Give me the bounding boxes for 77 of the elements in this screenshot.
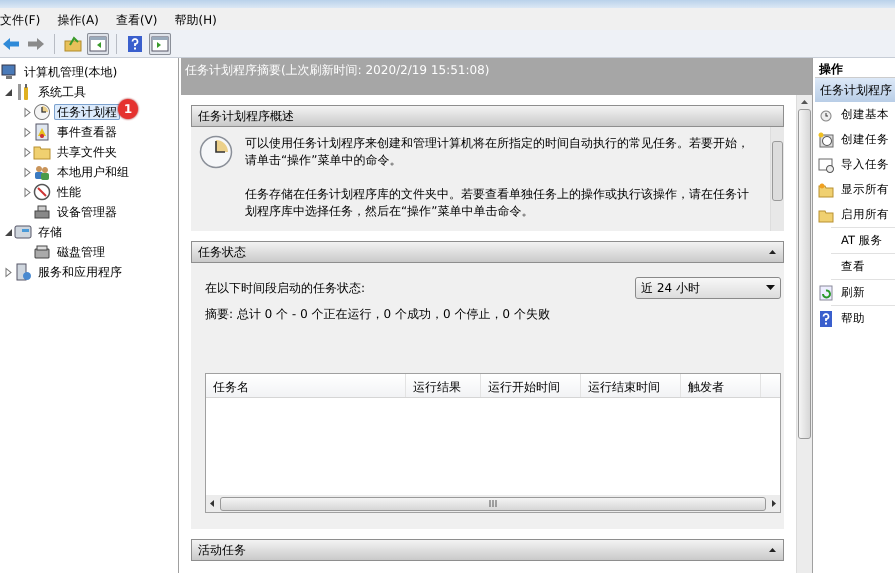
tree-item[interactable]: 计算机管理(本地) — [21, 64, 120, 80]
scroll-right-arrow-icon[interactable] — [772, 500, 776, 507]
action-item[interactable]: 导入任务 — [841, 156, 889, 174]
new-clock-icon — [818, 132, 834, 148]
device-manager-icon — [33, 203, 51, 221]
menu-item[interactable]: 文件(F) — [0, 9, 50, 29]
tree-item[interactable]: 设备管理器 — [54, 204, 120, 220]
tree-item[interactable]: 系统工具 — [35, 84, 89, 100]
action-item[interactable]: 显示所有 — [841, 180, 889, 198]
users-icon — [33, 163, 51, 181]
collapse-icon — [768, 248, 777, 256]
menu-item[interactable]: 查看(V) — [116, 9, 166, 29]
gauge-icon — [33, 183, 51, 201]
summary-title: 任务计划程序摘要(上次刷新时间: 2020/2/19 15:51:08) — [181, 58, 812, 95]
number-badge: 1 — [118, 99, 138, 119]
tree-pane-button[interactable] — [87, 32, 109, 54]
tree-item[interactable]: 服务和应用程序 — [35, 264, 125, 280]
tree-item[interactable]: 磁盘管理 — [54, 244, 108, 260]
collapsed-arrow-icon[interactable] — [22, 126, 33, 138]
action-item[interactable]: 查看 — [841, 258, 865, 276]
folder-icon — [818, 182, 834, 198]
menu-item[interactable]: 帮助(H) — [174, 9, 226, 29]
paragraph: 任务存储在任务计划程序库的文件夹中。若要查看单独任务上的操作或执行该操作，请在任务计划程序库中选择任务，然后在“操作”菜单中单击命令。 — [245, 186, 750, 220]
action-group-header[interactable]: 任务计划程序 — [815, 78, 895, 102]
action-item[interactable]: 创建任务 — [841, 130, 889, 148]
horizontal-scrollbar[interactable] — [206, 495, 780, 512]
calendar-clock-icon — [818, 156, 834, 172]
action-item[interactable]: AT 服务 — [841, 232, 883, 250]
scroll-up-arrow-icon[interactable] — [801, 100, 808, 104]
computer-icon — [0, 63, 18, 81]
collapsed-arrow-icon[interactable] — [22, 146, 33, 158]
period-label: 在以下时间段启动的任务状态: — [205, 280, 366, 297]
scrollbar-thumb[interactable] — [220, 496, 766, 510]
action-item[interactable]: 启用所有 — [841, 206, 889, 224]
tree-item[interactable]: 性能 — [54, 184, 84, 200]
collapsed-arrow-icon[interactable] — [22, 106, 33, 118]
section-title: 任务计划程序概述 — [198, 108, 294, 125]
scroll-left-arrow-icon[interactable] — [210, 500, 214, 507]
services-icon — [14, 263, 32, 281]
action-item[interactable]: 刷新 — [841, 284, 865, 302]
action-item[interactable]: 创建基本 — [841, 106, 889, 124]
scrollbar-thumb[interactable] — [798, 109, 811, 439]
column-header[interactable]: 任务名 — [206, 374, 406, 397]
collapsed-arrow-icon[interactable] — [22, 186, 33, 198]
tree-item[interactable]: 本地用户和组 — [54, 164, 132, 180]
column-header[interactable]: 运行开始时间 — [481, 374, 581, 397]
collapse-icon — [768, 546, 777, 554]
column-header[interactable]: 运行结束时间 — [581, 374, 681, 397]
collapsed-arrow-icon[interactable] — [22, 166, 33, 178]
tree-item[interactable]: 共享文件夹 — [54, 144, 120, 160]
expanded-arrow-icon[interactable] — [3, 86, 14, 98]
column-header[interactable]: 运行结果 — [406, 374, 481, 397]
period-dropdown[interactable]: 近 24 小时 — [635, 277, 781, 299]
section-title: 任务状态 — [198, 244, 246, 261]
dropdown-caret-icon — [766, 285, 775, 291]
tree-item[interactable]: 存储 — [35, 224, 65, 240]
vertical-scrollbar[interactable] — [796, 95, 812, 573]
summary-text: 摘要: 总计 0 个 - 0 个正在运行，0 个成功，0 个停止，0 个失败 — [205, 306, 551, 323]
clock-icon — [199, 135, 233, 169]
paragraph: 可以使用任务计划程序来创建和管理计算机将在所指定的时间自动执行的常见任务。若要开始，请单击“操作”菜单中的命令。 — [245, 135, 750, 169]
storage-icon — [14, 223, 32, 241]
action-item[interactable]: 帮助 — [841, 310, 865, 328]
disk-icon — [33, 243, 51, 261]
section-title: 活动任务 — [198, 542, 246, 559]
tree-item[interactable]: 任务计划程 — [54, 104, 120, 120]
help-icon — [818, 310, 834, 326]
tree-item[interactable]: 事件查看器 — [54, 124, 120, 140]
collapsed-arrow-icon[interactable] — [3, 266, 14, 278]
expanded-arrow-icon[interactable] — [3, 226, 14, 238]
refresh-icon — [818, 284, 834, 300]
menu-item[interactable]: 操作(A) — [57, 9, 108, 29]
clock-icon — [33, 103, 51, 121]
grip-icon — [490, 500, 496, 507]
column-header[interactable]: 触发者 — [681, 374, 761, 397]
inner-scrollbar[interactable] — [770, 127, 784, 231]
event-log-icon — [33, 123, 51, 141]
action-pane-button[interactable] — [149, 32, 171, 54]
